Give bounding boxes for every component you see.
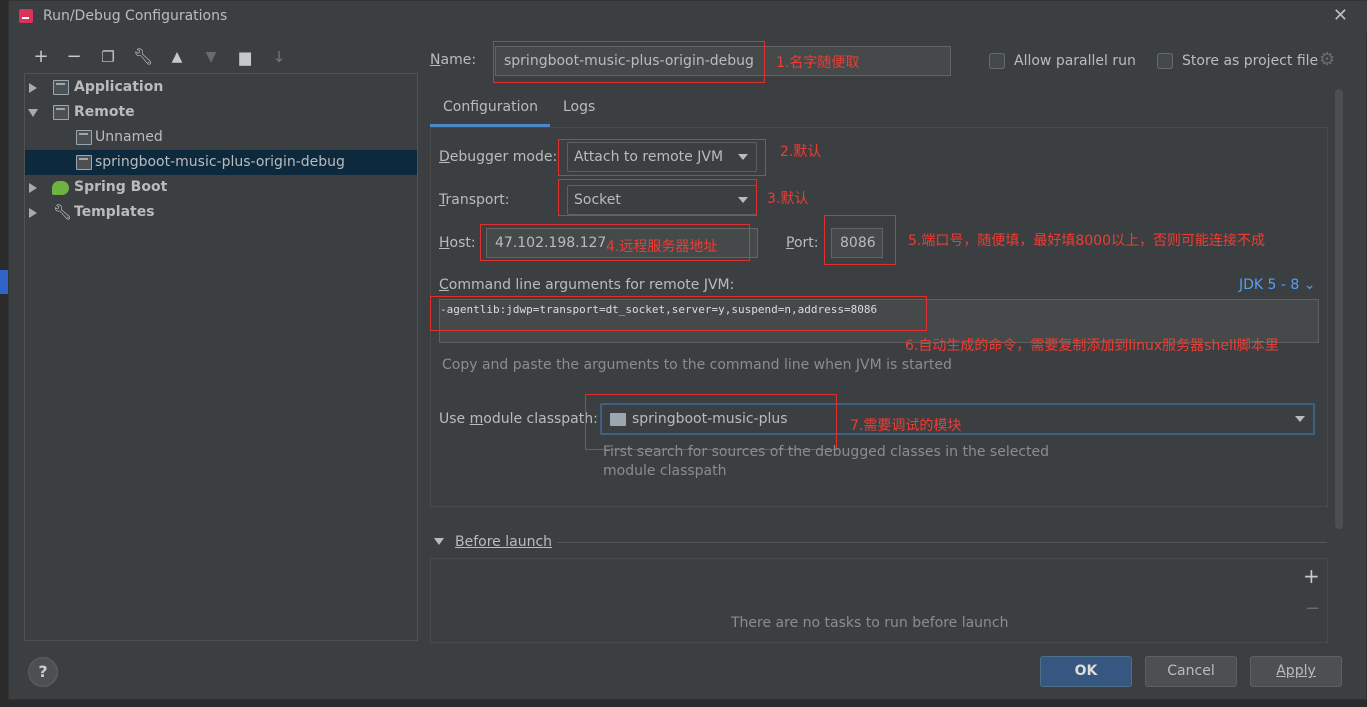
expand-icon[interactable] (29, 208, 37, 218)
cmd-args-hint: Copy and paste the arguments to the comm… (442, 357, 952, 373)
collapse-icon[interactable] (28, 109, 38, 117)
before-launch-divider (557, 542, 1327, 543)
port-label: Port: (786, 235, 819, 251)
tree-item-unnamed[interactable]: Unnamed (25, 125, 417, 150)
tree-item-spring-boot[interactable]: Spring Boot (25, 175, 417, 200)
wrench-icon: 🔧︎ (53, 203, 73, 221)
annotation-box-1 (493, 41, 765, 83)
remote-config-icon (76, 155, 92, 170)
add-task-icon[interactable]: + (1303, 564, 1320, 588)
folder-add-icon[interactable]: ▆ (235, 47, 255, 67)
wrench-icon[interactable]: 🔧︎ (133, 47, 153, 67)
store-project-checkbox[interactable] (1157, 53, 1173, 69)
move-down-icon[interactable]: ▼ (201, 47, 221, 67)
tree-item-label: Spring Boot (74, 179, 168, 195)
close-icon[interactable]: ✕ (1333, 5, 1348, 26)
tree-item-label: Application (74, 79, 164, 95)
background-window-edge (0, 270, 8, 294)
tree-item-label: springboot-music-plus-origin-debug (95, 154, 345, 170)
apply-button[interactable]: Apply (1250, 656, 1342, 687)
chevron-down-icon (1295, 416, 1305, 422)
tree-item-application[interactable]: Application (25, 75, 417, 100)
vertical-scrollbar[interactable] (1335, 89, 1343, 529)
jdk-version-text: JDK 5 - 8 (1239, 277, 1300, 293)
move-up-icon[interactable]: ▲ (167, 47, 187, 67)
help-button[interactable]: ? (28, 657, 58, 687)
tab-configuration[interactable]: Configuration (443, 93, 538, 127)
remove-task-icon[interactable]: − (1305, 598, 1320, 619)
annotation-4: 4.远程服务器地址 (606, 239, 718, 255)
spring-boot-icon (52, 181, 69, 195)
module-hint-line-2: module classpath (603, 463, 727, 479)
tree-item-remote[interactable]: Remote (25, 100, 417, 125)
remove-icon[interactable]: − (64, 47, 84, 67)
cmd-args-label: Command line arguments for remote JVM: (439, 277, 735, 293)
run-debug-dialog: Run/Debug Configurations ✕ + − ❐ 🔧︎ ▲ ▼ … (8, 0, 1367, 700)
cancel-button[interactable]: Cancel (1145, 656, 1237, 687)
annotation-box-5 (824, 215, 896, 265)
before-launch-title[interactable]: Before launch (455, 534, 552, 550)
remote-config-icon (76, 130, 92, 145)
copy-icon[interactable]: ❐ (98, 47, 118, 67)
application-icon (53, 80, 69, 95)
title-bar: Run/Debug Configurations ✕ (9, 1, 1367, 33)
gear-icon[interactable]: ⚙ (1319, 49, 1335, 70)
debugger-mode-label: Debugger mode: (439, 149, 558, 165)
before-launch-list[interactable]: There are no tasks to run before launch (430, 558, 1328, 643)
transport-label: Transport: (439, 192, 510, 208)
intellij-app-icon (19, 9, 33, 23)
expand-icon[interactable] (29, 183, 37, 193)
ok-button[interactable]: OK (1040, 656, 1132, 687)
tab-logs[interactable]: Logs (563, 93, 595, 127)
annotation-box-6 (430, 296, 927, 331)
annotation-5: 5.端口号，随便填，最好填8000以上，否则可能连接不成 (908, 233, 1265, 249)
store-project-label[interactable]: Store as project file (1182, 53, 1318, 69)
name-label: Name: (430, 52, 477, 68)
before-launch-collapse-icon[interactable] (434, 538, 444, 545)
allow-parallel-checkbox[interactable] (989, 53, 1005, 69)
tree-item-templates[interactable]: 🔧︎ Templates (25, 200, 417, 225)
allow-parallel-label[interactable]: Allow parallel run (1014, 53, 1136, 69)
remote-icon (53, 105, 69, 120)
annotation-box-7 (585, 394, 837, 450)
configuration-tree[interactable]: Application Remote Unnamed springboot-mu… (24, 73, 418, 641)
tree-item-springboot-music-plus-origin-debug[interactable]: springboot-music-plus-origin-debug (25, 150, 417, 175)
annotation-box-3 (558, 179, 757, 216)
annotation-3: 3.默认 (767, 191, 809, 207)
annotation-6: 6.自动生成的命令，需要复制添加到linux服务器shell脚本里 (905, 338, 1279, 354)
no-tasks-text: There are no tasks to run before launch (731, 615, 1009, 631)
expand-icon[interactable] (29, 83, 37, 93)
window-title: Run/Debug Configurations (43, 8, 228, 24)
host-label: Host: (439, 235, 476, 251)
jdk-version-link[interactable]: JDK 5 - 8 ⌄ (1239, 277, 1316, 293)
tree-item-label: Unnamed (95, 129, 163, 145)
annotation-1: 1.名字随便取 (776, 55, 860, 71)
tree-item-label: Remote (74, 104, 135, 120)
add-icon[interactable]: + (31, 47, 51, 67)
module-classpath-label: Use module classpath: (439, 411, 598, 427)
annotation-7: 7.需要调试的模块 (850, 418, 962, 434)
annotation-2: 2.默认 (780, 144, 822, 160)
module-hint-line-1: First search for sources of the debugged… (603, 444, 1050, 460)
tree-item-label: Templates (74, 204, 155, 220)
sort-icon[interactable]: ↓ (269, 47, 289, 67)
annotation-box-2 (558, 139, 766, 176)
